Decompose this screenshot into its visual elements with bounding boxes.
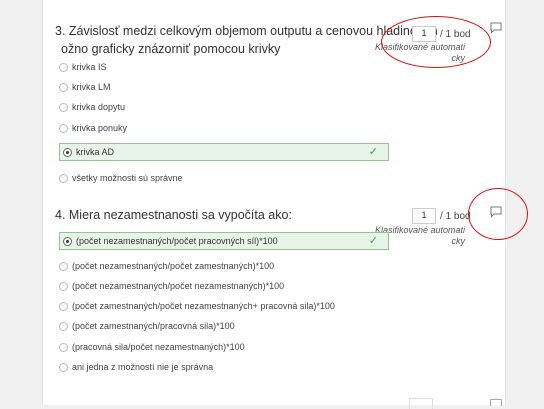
option-label: (počet zamestnaných/počet nezamestnaných…: [72, 301, 335, 311]
option-label: krivka dopytu: [72, 102, 126, 112]
radio-button-selected[interactable]: [63, 147, 72, 157]
comment-icon[interactable]: [490, 22, 502, 34]
option-label: (počet nezamestnaných/počet nezamestnaný…: [72, 281, 285, 291]
radio-button[interactable]: [59, 301, 68, 311]
radio-button[interactable]: [59, 82, 68, 92]
radio-button[interactable]: [59, 62, 68, 72]
next-question-score-input[interactable]: [409, 398, 433, 409]
option-label: ani jedna z možností nie je správna: [72, 362, 214, 372]
radio-button[interactable]: [59, 123, 68, 133]
radio-button[interactable]: [59, 342, 68, 352]
radio-button-selected[interactable]: [63, 236, 72, 246]
question-4-option[interactable]: (počet nezamestnaných/počet nezamestnaný…: [59, 278, 284, 294]
question-3-option[interactable]: krivka ponuky: [59, 120, 127, 136]
checkmark-icon: ✓: [368, 146, 378, 158]
radio-button[interactable]: [59, 321, 68, 331]
question-3-option[interactable]: krivka LM: [59, 79, 111, 95]
radio-button[interactable]: [59, 362, 68, 372]
option-label: (pracovná sila/počet nezamestnaných)*100: [72, 342, 245, 352]
annotation-circle-score: [381, 16, 491, 68]
question-4-option[interactable]: (pracovná sila/počet nezamestnaných)*100: [59, 339, 245, 355]
question-4-correct-option[interactable]: (počet nezamestnaných/počet pracovných s…: [59, 232, 389, 250]
question-4-score: 1 / 1 bod: [412, 208, 471, 224]
checkmark-icon: ✓: [368, 235, 378, 247]
radio-button[interactable]: [59, 173, 68, 183]
option-label: krivka IS: [72, 62, 107, 72]
radio-button[interactable]: [59, 281, 68, 291]
question-4-option[interactable]: (počet zamestnaných/počet nezamestnaných…: [59, 298, 335, 314]
question-3-option[interactable]: krivka dopytu: [59, 99, 125, 115]
question-3-option[interactable]: všetky možnosti sú správne: [59, 170, 183, 186]
option-label: krivka LM: [72, 82, 111, 92]
question-4-points: / 1 bod: [440, 210, 471, 222]
question-3-correct-option[interactable]: krivka AD ✓: [59, 143, 389, 161]
option-label: všetky možnosti sú správne: [72, 173, 183, 183]
option-label: (počet nezamestnaných/počet pracovných s…: [76, 236, 278, 246]
option-label: krivka ponuky: [72, 123, 128, 133]
question-3-option[interactable]: krivka IS: [59, 59, 107, 75]
option-label: krivka AD: [76, 147, 115, 157]
question-4-score-input[interactable]: 1: [412, 208, 436, 224]
question-4-option[interactable]: ani jedna z možností nie je správna: [59, 359, 213, 375]
question-4-option[interactable]: (počet zamestnaných/pracovná sila)*100: [59, 318, 235, 334]
annotation-circle-comment: [468, 188, 528, 240]
radio-button[interactable]: [59, 102, 68, 112]
option-label: (počet zamestnaných/pracovná sila)*100: [72, 321, 235, 331]
question-3-title-line1: 3. Závislosť medzi celkovým objemom outp…: [55, 24, 438, 38]
question-4-option[interactable]: (počet nezamestnaných/počet zamestnaných…: [59, 258, 274, 274]
option-label: (počet nezamestnaných/počet zamestnaných…: [72, 261, 275, 271]
question-4-title: 4. Miera nezamestnanosti sa vypočíta ako…: [55, 208, 292, 222]
radio-button[interactable]: [59, 261, 68, 271]
